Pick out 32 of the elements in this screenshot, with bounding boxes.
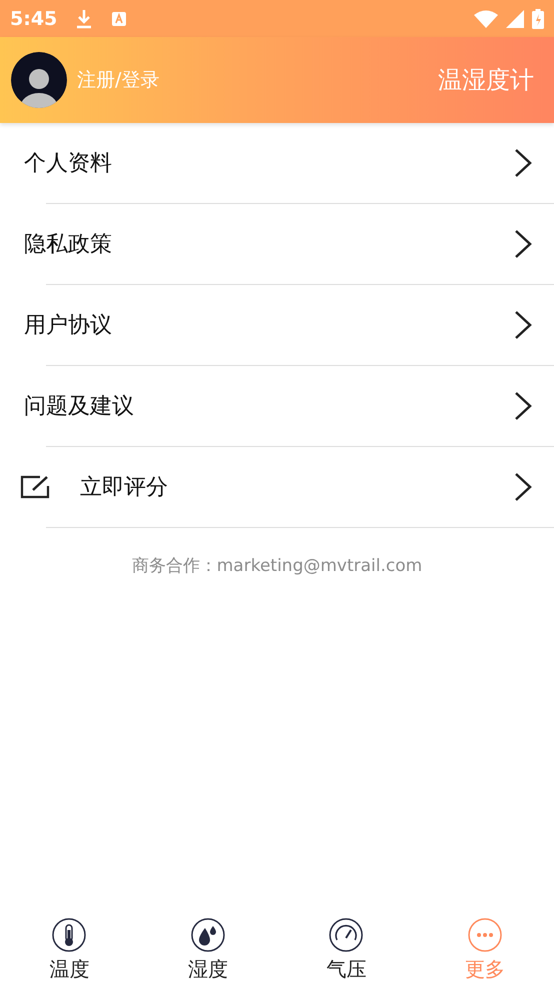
download-icon xyxy=(75,8,94,28)
app-notification-icon xyxy=(111,10,128,26)
nav-tab[interactable]: 湿度 xyxy=(138,896,277,984)
menu-item[interactable]: 用户协议 xyxy=(0,285,554,366)
menu-item[interactable]: 隐私政策 xyxy=(0,204,554,285)
menu-label: 用户协议 xyxy=(24,312,112,340)
battery-icon xyxy=(532,8,544,28)
menu-item[interactable]: 立即评分 xyxy=(0,447,554,528)
menu-label: 立即评分 xyxy=(80,474,168,502)
status-time: 5:45 xyxy=(10,8,58,30)
chevron-right-icon xyxy=(514,310,532,340)
humidity-icon xyxy=(190,918,225,952)
avatar-icon[interactable] xyxy=(11,52,67,108)
wifi-icon xyxy=(474,10,498,28)
nav-tab[interactable]: 温度 xyxy=(0,896,138,984)
menu-item[interactable]: 个人资料 xyxy=(0,123,554,204)
chevron-right-icon xyxy=(514,391,532,421)
menu-label: 隐私政策 xyxy=(24,231,112,259)
menu-label: 个人资料 xyxy=(24,150,112,178)
temperature-icon xyxy=(52,918,86,952)
chevron-right-icon xyxy=(514,148,532,178)
signal-icon xyxy=(506,10,524,28)
menu-item[interactable]: 问题及建议 xyxy=(0,366,554,447)
chevron-right-icon xyxy=(514,229,532,259)
edit-icon xyxy=(20,475,52,499)
more-icon xyxy=(468,918,502,952)
nav-tab[interactable]: 气压 xyxy=(277,896,416,984)
app-title: 温湿度计 xyxy=(438,65,534,96)
menu-label: 问题及建议 xyxy=(24,393,134,421)
contact-text: 商务合作：marketing@mvtrail.com xyxy=(130,555,424,577)
pressure-icon xyxy=(329,918,364,952)
chevron-right-icon xyxy=(514,472,532,502)
